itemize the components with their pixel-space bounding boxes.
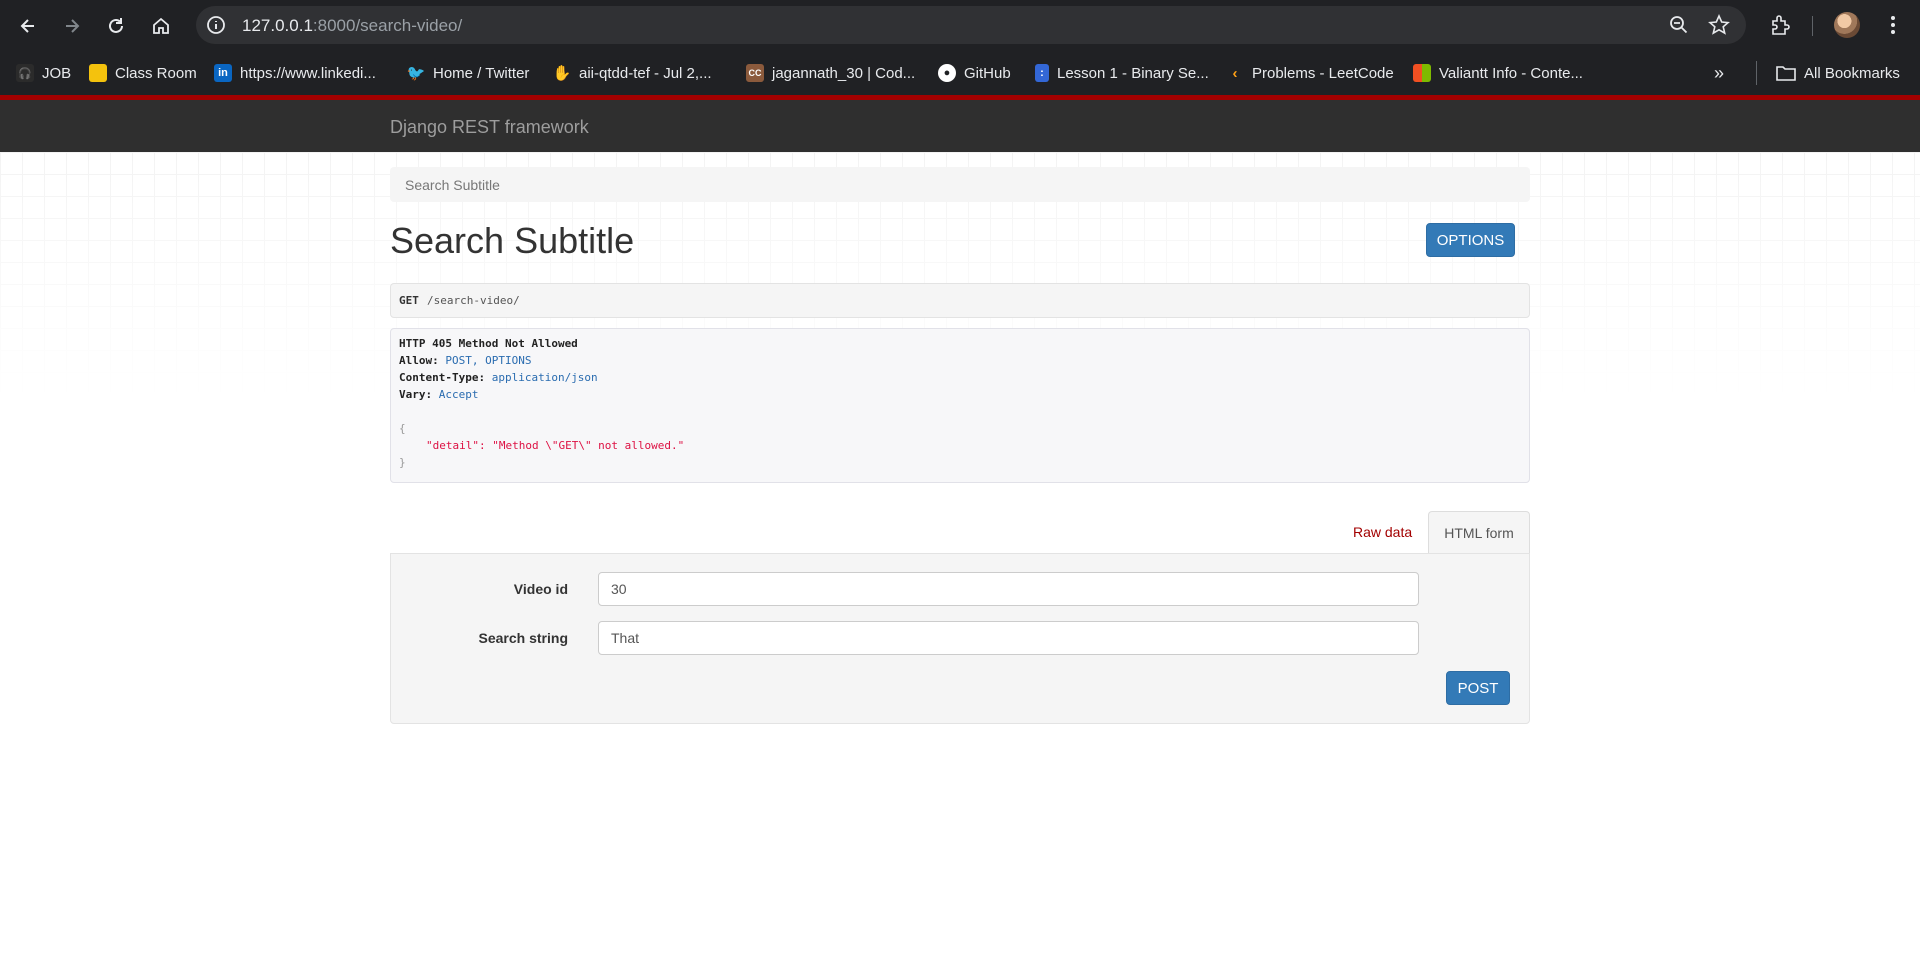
header-key: Allow: <box>399 354 439 367</box>
json-body: "detail": "Method \"GET\" not allowed." <box>426 439 685 452</box>
drf-navbar <box>0 100 1920 152</box>
header-value: POST, OPTIONS <box>445 354 532 367</box>
home-icon <box>153 17 169 34</box>
address-bar[interactable]: 127.0.0.1:8000/search-video/ <box>196 6 1746 44</box>
search-string-label: Search string <box>478 630 568 646</box>
more-bookmarks-icon[interactable]: » <box>1714 63 1724 84</box>
bookmark-twitter[interactable]: 🐦 Home / Twitter <box>406 61 530 85</box>
classroom-icon <box>89 64 107 82</box>
bookmark-job[interactable]: 🎧 JOB <box>16 61 71 85</box>
json-brace: { <box>399 422 406 435</box>
bookmark-label: Class Room <box>115 64 197 82</box>
back-button[interactable] <box>12 10 44 42</box>
bookmark-label: https://www.linkedi... <box>240 64 376 82</box>
zoom-icon[interactable] <box>1668 14 1690 36</box>
meet-icon: ✋ <box>552 65 572 82</box>
bookmark-label: GitHub <box>964 64 1011 82</box>
menu-kebab-icon[interactable] <box>1880 12 1906 38</box>
header-key: Content-Type: <box>399 371 486 384</box>
response-info: HTTP 405 Method Not Allowed Allow: POST,… <box>390 328 1530 483</box>
drf-brand-link[interactable]: Django REST framework <box>390 117 589 138</box>
video-id-label: Video id <box>513 581 568 597</box>
bookmark-label: Home / Twitter <box>433 64 530 82</box>
browser-toolbar: 127.0.0.1:8000/search-video/ <box>0 0 1920 51</box>
bookmark-github[interactable]: ● GitHub <box>938 61 1011 85</box>
profile-avatar[interactable] <box>1834 12 1860 38</box>
header-value: Accept <box>438 388 479 401</box>
toolbar-separator <box>1812 16 1813 36</box>
video-id-input[interactable]: 30 <box>598 572 1419 606</box>
bookmarks-bar: 🎧 JOB Class Room in https://www.linkedi.… <box>0 51 1920 95</box>
bookmark-label: aii-qtdd-tef - Jul 2,... <box>579 64 712 82</box>
all-bookmarks[interactable]: All Bookmarks <box>1776 61 1900 85</box>
bookmark-label: Lesson 1 - Binary Se... <box>1057 64 1209 82</box>
breadcrumb: Search Subtitle <box>390 167 1530 202</box>
bookmark-valiantt[interactable]: Valiantt Info - Conte... <box>1413 61 1583 85</box>
breadcrumb-item: Search Subtitle <box>405 177 500 193</box>
back-arrow-icon <box>20 19 34 33</box>
bookmark-leetcode[interactable]: ‹ Problems - LeetCode <box>1226 61 1394 85</box>
reload-button[interactable] <box>100 10 132 42</box>
bookmarks-separator <box>1756 61 1757 85</box>
microsoft-icon <box>1413 64 1431 82</box>
url-text[interactable]: 127.0.0.1:8000/search-video/ <box>242 16 462 36</box>
header-key: Vary: <box>399 388 433 401</box>
codechef-icon: CC <box>746 64 764 82</box>
bookmark-codility[interactable]: : Lesson 1 - Binary Se... <box>1035 61 1209 85</box>
request-method: GET <box>399 294 419 307</box>
forward-arrow-icon <box>66 19 80 33</box>
post-button[interactable]: POST <box>1446 671 1510 705</box>
twitter-icon: 🐦 <box>406 65 426 82</box>
forward-button[interactable] <box>56 10 88 42</box>
options-button[interactable]: OPTIONS <box>1426 223 1515 257</box>
request-info: GET /search-video/ <box>390 283 1530 318</box>
reload-icon <box>109 18 123 33</box>
header-value: application/json <box>491 371 598 384</box>
json-brace: } <box>399 456 406 469</box>
page-title: Search Subtitle <box>390 220 635 261</box>
response-status: HTTP 405 Method Not Allowed <box>399 337 578 350</box>
bookmark-label: Problems - LeetCode <box>1252 64 1394 82</box>
tab-html-form[interactable]: HTML form <box>1428 511 1530 554</box>
all-bookmarks-label: All Bookmarks <box>1804 64 1900 82</box>
bookmark-label: JOB <box>42 64 72 82</box>
bookmark-label: jagannath_30 | Cod... <box>772 64 916 82</box>
folder-icon <box>1776 66 1796 81</box>
search-string-input[interactable]: That <box>598 621 1419 655</box>
tab-raw-data[interactable]: Raw data <box>1353 524 1412 540</box>
bookmark-class-room[interactable]: Class Room <box>89 61 197 85</box>
bookmark-codechef[interactable]: CC jagannath_30 | Cod... <box>746 61 915 85</box>
linkedin-icon: in <box>214 64 232 82</box>
bookmark-star-icon[interactable] <box>1708 14 1730 36</box>
home-button[interactable] <box>145 10 177 42</box>
headset-icon: 🎧 <box>16 64 34 82</box>
github-icon: ● <box>938 64 956 82</box>
bookmark-linkedin[interactable]: in https://www.linkedi... <box>214 61 376 85</box>
codility-icon: : <box>1035 64 1049 82</box>
site-info-icon[interactable] <box>204 13 228 37</box>
bookmark-meet[interactable]: ✋ aii-qtdd-tef - Jul 2,... <box>553 61 712 85</box>
extensions-icon[interactable] <box>1768 12 1794 38</box>
leetcode-icon: ‹ <box>1232 64 1238 82</box>
bookmark-label: Valiantt Info - Conte... <box>1439 64 1583 82</box>
request-path: /search-video/ <box>427 294 520 307</box>
